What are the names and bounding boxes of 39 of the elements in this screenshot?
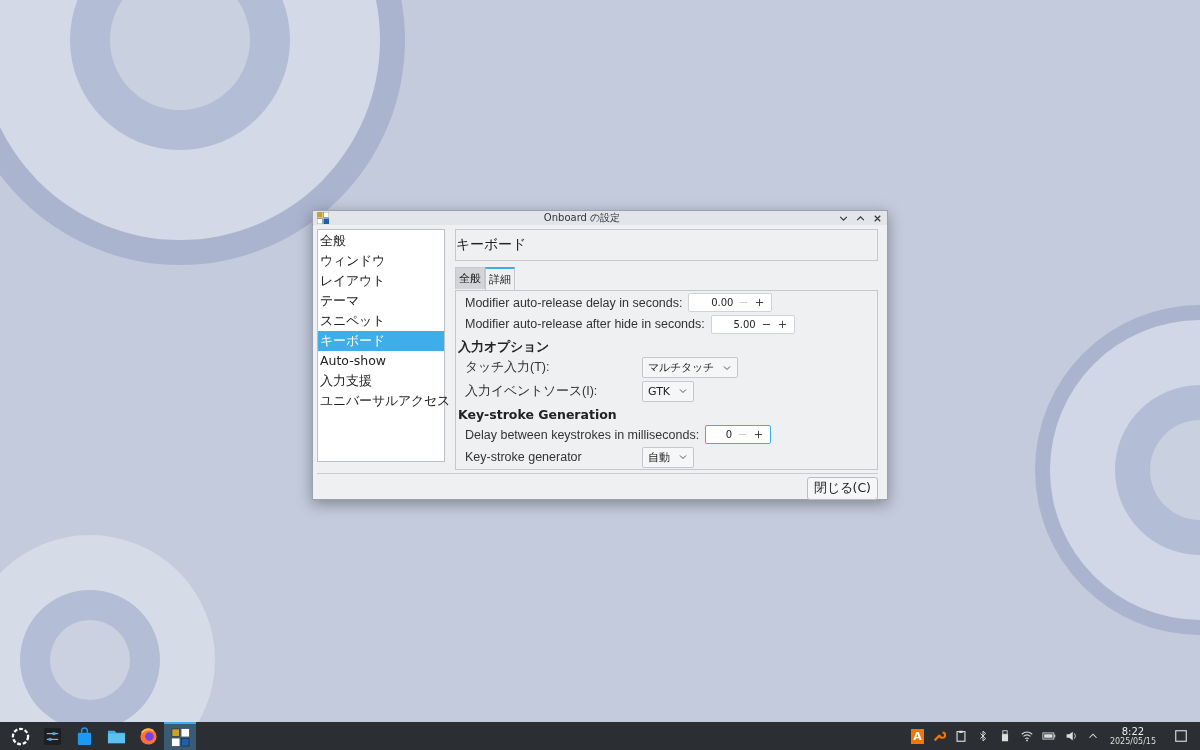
page-title: キーボード xyxy=(456,236,526,254)
tab[interactable]: 詳細 xyxy=(485,267,515,290)
wifi-icon[interactable] xyxy=(1019,729,1034,743)
clock-date[interactable]: 2025/05/15 xyxy=(1109,737,1156,746)
app-icon xyxy=(317,212,329,224)
sidebar-item[interactable]: スニペット xyxy=(318,311,444,331)
dropdown[interactable]: 自動 xyxy=(642,446,694,468)
clock-time[interactable]: 8:22 xyxy=(1121,726,1145,737)
section-heading: Key-stroke Generation xyxy=(458,406,618,424)
setting-label: 入力イベントソース(I): xyxy=(464,382,599,400)
dropdown[interactable]: GTK xyxy=(642,380,695,402)
chevron-down-icon xyxy=(678,452,688,462)
setting-label: タッチ入力(T): xyxy=(464,359,551,376)
keyboard-grid-icon[interactable] xyxy=(164,722,196,750)
section-heading: 入力オプション xyxy=(458,338,550,356)
dropdown[interactable]: マルチタッチ xyxy=(642,357,738,378)
window-title: Onboard の設定 xyxy=(542,211,622,225)
spin-box[interactable]: 0 xyxy=(705,425,772,444)
battery-icon[interactable] xyxy=(1041,729,1056,743)
sidebar-item[interactable]: レイアウト xyxy=(318,271,444,291)
close-button[interactable]: 閉じる(C) xyxy=(806,477,878,500)
sidebar-item[interactable]: ウィンドウ xyxy=(318,251,444,271)
spin-box[interactable]: 5.00 xyxy=(710,314,795,334)
spin-box[interactable]: 0.00 xyxy=(688,293,773,312)
setting-label: Modifier auto-release after hide in seconds: xyxy=(464,317,705,331)
plus-icon[interactable] xyxy=(754,430,764,439)
setting-label: Key-stroke generator xyxy=(464,450,583,464)
setting-label: Delay between keystrokes in milliseconds: xyxy=(464,427,700,442)
plus-icon[interactable] xyxy=(755,298,765,307)
show-desktop-icon[interactable] xyxy=(1174,729,1188,743)
sidebar-item[interactable]: 入力支援 xyxy=(318,371,444,391)
clipboard-icon[interactable] xyxy=(953,729,968,743)
sidebar-item[interactable]: 全般 xyxy=(318,231,444,251)
sidebar-item[interactable]: Auto-show xyxy=(318,351,444,371)
chevron-down-icon xyxy=(678,386,689,396)
sidebar-item[interactable]: テーマ xyxy=(318,291,444,311)
setting-label: Modifier auto-release delay in seconds: xyxy=(464,295,683,310)
tab[interactable]: 全般 xyxy=(455,267,485,289)
plus-icon[interactable] xyxy=(777,319,787,329)
